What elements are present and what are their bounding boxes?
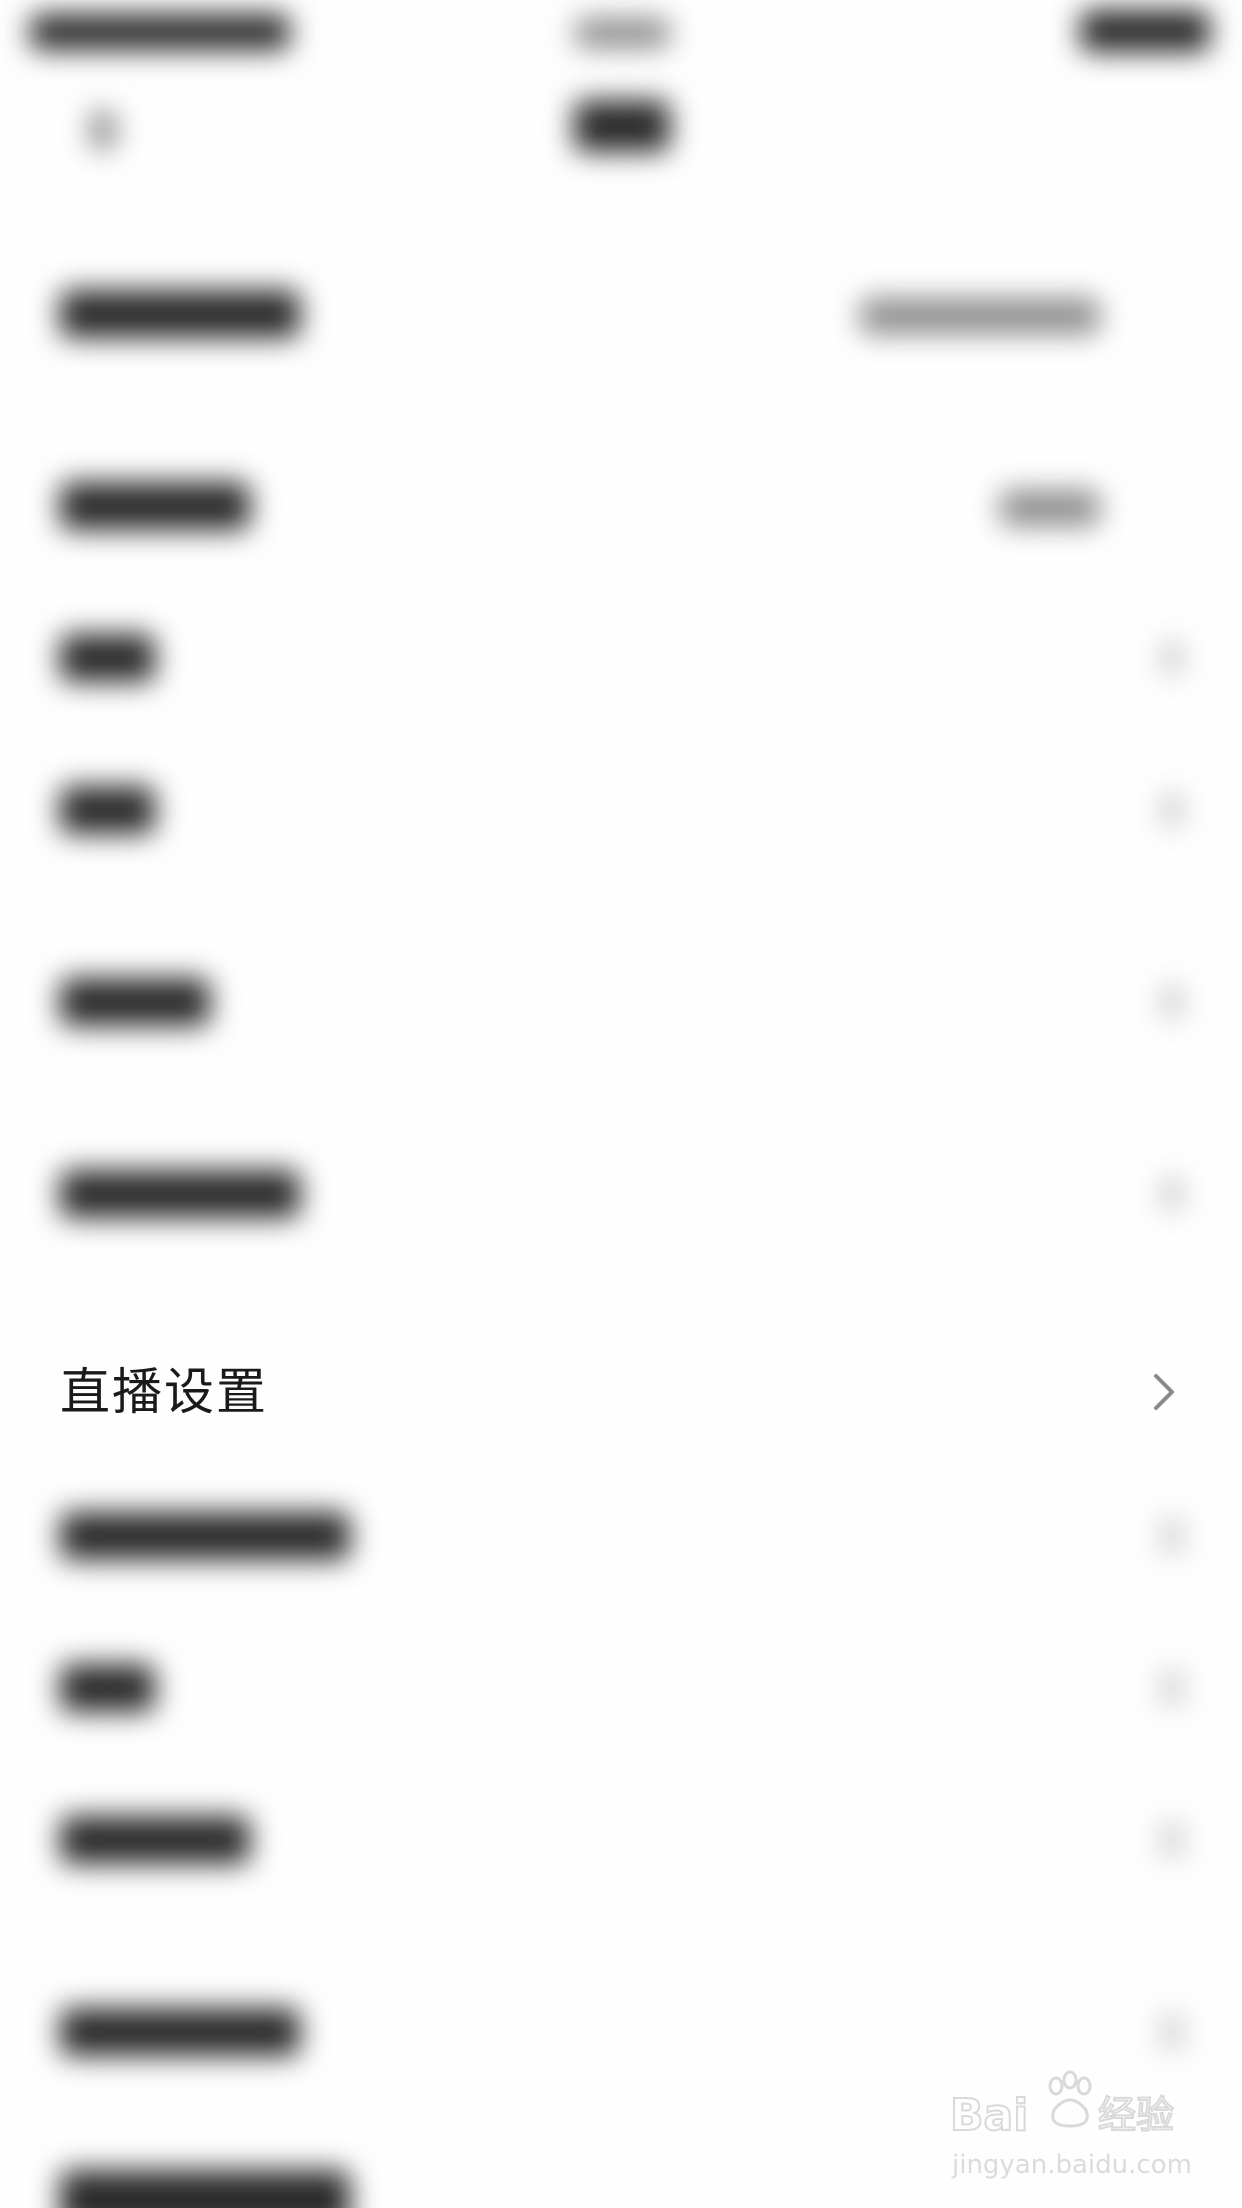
settings-row-2-value bbox=[1000, 490, 1100, 526]
watermark-url: jingyan.baidu.com bbox=[952, 2150, 1192, 2180]
settings-row-2-label bbox=[60, 482, 250, 530]
chevron-right-icon bbox=[1154, 1374, 1174, 1410]
status-bar-time bbox=[575, 18, 670, 48]
blurred-background bbox=[0, 0, 1242, 2208]
settings-row-12-label bbox=[60, 2170, 350, 2208]
settings-row-11-chevron bbox=[1162, 2014, 1182, 2050]
status-bar-left bbox=[30, 14, 290, 50]
settings-row-4-chevron bbox=[1162, 792, 1182, 828]
settings-screen: 直播设置 Bai du 经验 jingyan.baidu.com bbox=[0, 0, 1242, 2208]
live-settings-row[interactable]: 直播设置 bbox=[0, 1320, 1242, 1470]
settings-row-3-chevron bbox=[1162, 640, 1182, 676]
settings-row-9-label bbox=[60, 1664, 155, 1712]
settings-row-8-label bbox=[60, 1512, 350, 1560]
settings-row-10-chevron bbox=[1162, 1822, 1182, 1858]
settings-row-8-chevron bbox=[1162, 1518, 1182, 1554]
settings-row-6-label bbox=[60, 1170, 300, 1218]
status-bar-right bbox=[1080, 10, 1210, 52]
svg-text:经验: 经验 bbox=[1098, 2093, 1174, 2137]
live-settings-label: 直播设置 bbox=[60, 1363, 268, 1421]
settings-row-11-label bbox=[60, 2008, 300, 2056]
settings-row-4-label bbox=[60, 786, 155, 834]
settings-row-5-label bbox=[60, 978, 210, 1026]
back-icon[interactable] bbox=[90, 110, 116, 150]
settings-row-10-label bbox=[60, 1816, 250, 1864]
settings-row-9-chevron bbox=[1162, 1670, 1182, 1706]
svg-text:Bai: Bai bbox=[950, 2090, 1028, 2141]
svg-text:du: du bbox=[1056, 2103, 1085, 2127]
page-title bbox=[574, 100, 670, 152]
baidu-logo-icon: Bai du 经验 bbox=[949, 2070, 1175, 2142]
settings-row-1-label bbox=[60, 290, 300, 338]
settings-row-1-value bbox=[860, 298, 1100, 334]
baidu-jingyan-watermark: Bai du 经验 jingyan.baidu.com bbox=[946, 2070, 1192, 2190]
settings-row-3-label bbox=[60, 634, 155, 682]
settings-row-6-chevron bbox=[1162, 1176, 1182, 1212]
settings-row-5-chevron bbox=[1162, 984, 1182, 1020]
